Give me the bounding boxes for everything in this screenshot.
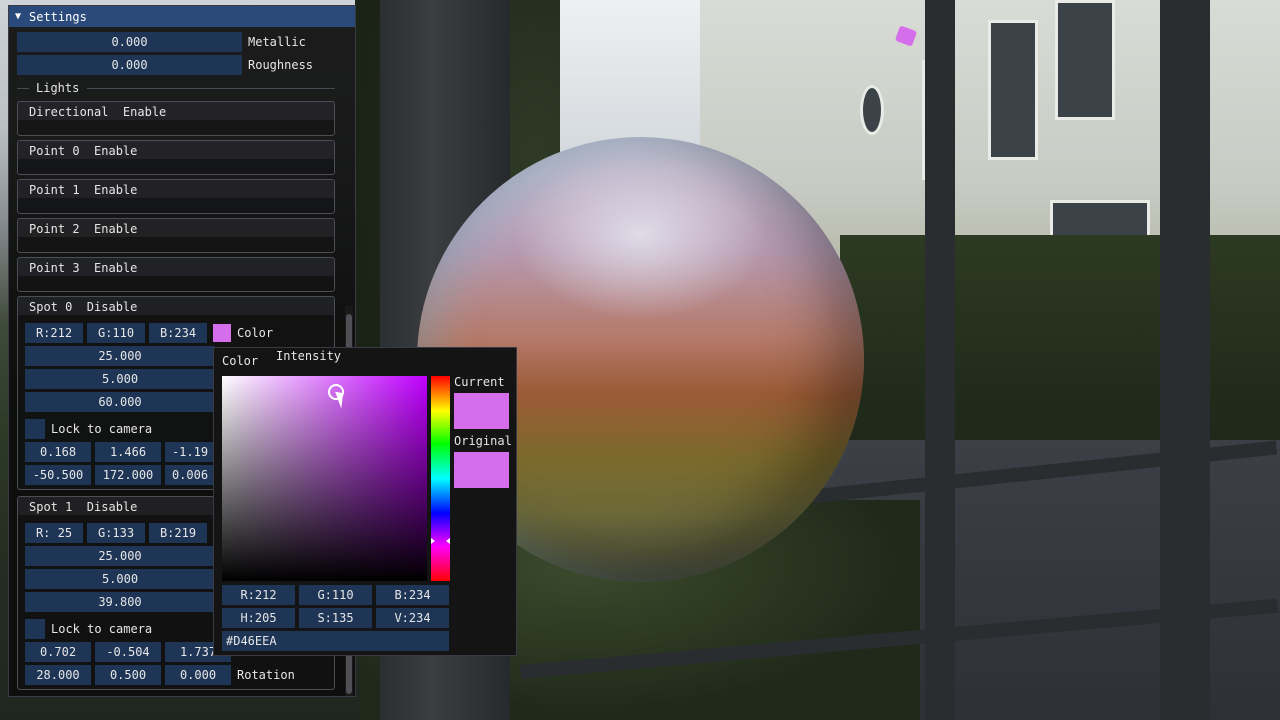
settings-title-bar[interactable]: ▼ Settings <box>9 6 355 27</box>
spot-1-v2-row: 5.000 <box>25 569 215 589</box>
spot-0-v3-slider[interactable]: 60.000 <box>25 392 215 412</box>
spot-1-intensity-row: 25.000 <box>25 546 215 566</box>
separator-left <box>17 88 29 89</box>
picker-value-field[interactable]: V:234 <box>376 608 449 628</box>
picker-saturation-field[interactable]: S:135 <box>299 608 372 628</box>
spot-0-v3-row: 60.000 <box>25 392 215 412</box>
building-window <box>988 20 1038 160</box>
mouse-pointer-icon <box>335 389 348 409</box>
spot-1-lock-row: Lock to camera <box>25 619 152 639</box>
spot-0-rot-y[interactable]: 172.000 <box>95 465 161 485</box>
spot-1-lock-checkbox[interactable] <box>25 619 45 639</box>
spot-0-rotation-row: -50.500 172.000 0.006 <box>25 465 215 485</box>
spot-0-pos-z[interactable]: -1.19 <box>165 442 215 462</box>
picker-blue-field[interactable]: B:234 <box>376 585 449 605</box>
spot-0-color-label: Color <box>237 326 274 340</box>
spot-0-pos-x[interactable]: 0.168 <box>25 442 91 462</box>
color-picker-popup[interactable]: Color Intensity Current Original R:212 G… <box>213 347 517 656</box>
spot-1-rotation-label: Rotation <box>237 668 295 682</box>
light-header-label: Point 0 Enable <box>29 144 138 158</box>
light-header-point-3[interactable]: Point 3 Enable <box>17 257 335 292</box>
light-header-label: Point 3 Enable <box>29 261 138 275</box>
metallic-slider[interactable]: 0.000 <box>17 32 242 52</box>
spot-0-lock-row: Lock to camera <box>25 419 152 439</box>
metallic-label: Metallic <box>248 35 306 49</box>
spot-0-intensity-slider[interactable]: 25.000 <box>25 346 215 366</box>
spot-0-intensity-row: 25.000 <box>25 346 215 366</box>
spot-1-color-row: R: 25 G:133 B:219 <box>25 523 207 543</box>
roughness-row: 0.000 Roughness <box>17 55 313 75</box>
spot-1-v3-slider[interactable]: 39.800 <box>25 592 215 612</box>
roughness-slider[interactable]: 0.000 <box>17 55 242 75</box>
spot-0-red-field[interactable]: R:212 <box>25 323 83 343</box>
original-color-swatch[interactable] <box>454 452 509 488</box>
current-color-label: Current <box>454 375 505 389</box>
spot-1-rotation-row: 28.000 0.500 0.000 Rotation <box>25 665 295 685</box>
light-header-label: Directional Enable <box>29 105 167 119</box>
light-header-point-0[interactable]: Point 0 Enable <box>17 140 335 175</box>
spot-0-rot-x[interactable]: -50.500 <box>25 465 91 485</box>
building-window <box>1050 200 1150 240</box>
collapse-arrow-icon[interactable]: ▼ <box>15 11 29 22</box>
light-header-label: Point 2 Enable <box>29 222 138 236</box>
separator-right <box>87 88 335 89</box>
spot-1-header[interactable]: Spot 1 Disable <box>29 500 137 514</box>
hue-slider-marker[interactable] <box>427 538 454 544</box>
spot-1-green-field[interactable]: G:133 <box>87 523 145 543</box>
lights-section-label: Lights <box>36 81 80 95</box>
spot-0-color-row: R:212 G:110 B:234 Color <box>25 323 273 343</box>
picker-hex-field[interactable]: #D46EEA <box>222 631 449 651</box>
spot-0-v2-row: 5.000 <box>25 369 215 389</box>
light-header-label: Point 1 Enable <box>29 183 138 197</box>
spot-1-red-field[interactable]: R: 25 <box>25 523 83 543</box>
round-window <box>860 85 884 135</box>
window-frame-post <box>925 0 955 720</box>
spot-0-lock-checkbox[interactable] <box>25 419 45 439</box>
spot-0-header[interactable]: Spot 0 Disable <box>29 300 137 314</box>
spot-1-blue-field[interactable]: B:219 <box>149 523 207 543</box>
metallic-row: 0.000 Metallic <box>17 32 306 52</box>
light-header-point-2[interactable]: Point 2 Enable <box>17 218 335 253</box>
light-header-point-1[interactable]: Point 1 Enable <box>17 179 335 214</box>
spot-0-pos-y[interactable]: 1.466 <box>95 442 161 462</box>
spot-1-rot-y[interactable]: 0.500 <box>95 665 161 685</box>
picker-hue-field[interactable]: H:205 <box>222 608 295 628</box>
spot-1-v3-row: 39.800 <box>25 592 215 612</box>
spot-0-lock-label: Lock to camera <box>51 422 153 436</box>
hue-slider[interactable] <box>431 376 450 581</box>
building-window <box>1055 0 1115 120</box>
spot-1-pos-x[interactable]: 0.702 <box>25 642 91 662</box>
spot-0-color-swatch[interactable] <box>213 324 231 342</box>
picker-title: Color <box>222 354 259 368</box>
spot-1-rot-x[interactable]: 28.000 <box>25 665 91 685</box>
picker-red-field[interactable]: R:212 <box>222 585 295 605</box>
spot-1-v2-slider[interactable]: 5.000 <box>25 569 215 589</box>
spot-0-position-row: 0.168 1.466 -1.19 <box>25 442 215 462</box>
original-color-label: Original <box>454 434 512 448</box>
picker-hidden-label: Intensity <box>276 349 342 363</box>
spot-1-lock-label: Lock to camera <box>51 622 153 636</box>
roughness-label: Roughness <box>248 58 314 72</box>
hedge <box>840 235 1280 475</box>
saturation-value-square[interactable] <box>222 376 427 581</box>
spot-1-rot-z[interactable]: 0.000 <box>165 665 231 685</box>
settings-title: Settings <box>29 9 87 24</box>
current-color-swatch <box>454 393 509 429</box>
spot-0-rot-z[interactable]: 0.006 <box>165 465 215 485</box>
light-header-directional[interactable]: Directional Enable <box>17 101 335 136</box>
spot-0-green-field[interactable]: G:110 <box>87 323 145 343</box>
picker-green-field[interactable]: G:110 <box>299 585 372 605</box>
spot-0-blue-field[interactable]: B:234 <box>149 323 207 343</box>
spot-1-pos-y[interactable]: -0.504 <box>95 642 161 662</box>
spot-0-v2-slider[interactable]: 5.000 <box>25 369 215 389</box>
spot-1-intensity-slider[interactable]: 25.000 <box>25 546 215 566</box>
